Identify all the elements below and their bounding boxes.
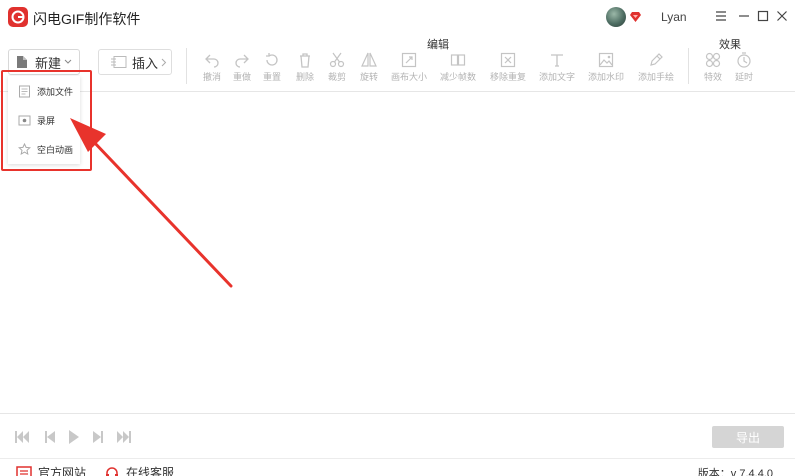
title-bar: 闪电GIF制作软件 Lyan	[0, 0, 795, 34]
add-drawing-tool-label: 添加手绘	[637, 72, 674, 82]
next-frame-icon	[93, 431, 103, 443]
previous-frame-button[interactable]	[42, 430, 58, 444]
last-frame-button[interactable]	[116, 430, 132, 444]
text-icon	[551, 54, 563, 67]
delete-tool-label: 删除	[295, 72, 314, 82]
effects-icon	[705, 52, 721, 68]
chevron-right-icon	[161, 58, 167, 66]
star-icon	[18, 142, 31, 155]
watermark-icon	[598, 52, 614, 68]
menu-button[interactable]	[713, 8, 729, 24]
canvas-size-icon	[401, 52, 417, 68]
username[interactable]: Lyan	[661, 10, 687, 24]
new-button-label: 新建	[35, 55, 62, 71]
delay-tool[interactable]: 延时	[722, 52, 766, 86]
file-icon	[19, 85, 30, 97]
remove-duplicate-tool-label: 移除重复	[489, 72, 526, 82]
record-screen-icon	[18, 115, 31, 125]
minimize-button[interactable]	[736, 8, 752, 24]
online-support-link[interactable]: 在线客服	[104, 464, 174, 476]
remove-duplicate-tool[interactable]: 移除重复	[486, 52, 530, 86]
skip-first-icon	[15, 431, 29, 443]
add-text-tool-label: 添加文字	[538, 72, 575, 82]
reset-tool-label: 重置	[262, 72, 281, 82]
new-menu-dropdown: 添加文件 录屏 空白动画	[8, 76, 80, 164]
rotate-tool-label: 旋转	[359, 72, 378, 82]
maximize-icon	[757, 10, 769, 22]
redo-icon	[235, 54, 249, 68]
toolbar-separator	[688, 48, 689, 84]
chevron-down-icon	[64, 59, 72, 64]
crop-tool-label: 裁剪	[327, 72, 346, 82]
export-button[interactable]: 导出	[712, 426, 784, 448]
avatar[interactable]	[606, 7, 626, 27]
version-label: 版本：v 7.4.4.0	[697, 468, 773, 476]
pen-icon	[650, 53, 663, 66]
first-frame-button[interactable]	[14, 430, 30, 444]
insert-button[interactable]: 插入	[98, 49, 172, 75]
new-menu-item-label: 录屏	[37, 115, 56, 126]
status-bar: 官方网站 在线客服 版本：v 7.4.4.0	[0, 458, 795, 476]
delete-icon	[300, 53, 310, 68]
new-document-icon	[17, 56, 27, 68]
headset-icon	[106, 466, 118, 476]
vip-diamond-icon[interactable]	[630, 12, 641, 22]
reset-icon	[266, 53, 278, 66]
new-menu-add-file[interactable]: 添加文件	[8, 80, 80, 102]
redo-tool-label: 重做	[232, 72, 251, 82]
canvas-size-tool-label: 画布大小	[390, 72, 427, 82]
minimize-icon	[739, 15, 749, 17]
add-watermark-tool-label: 添加水印	[587, 72, 624, 82]
scissors-icon	[329, 52, 345, 68]
delay-tool-label: 延时	[734, 72, 753, 82]
new-menu-record-screen[interactable]: 录屏	[8, 109, 80, 131]
edit-group-label: 编辑	[427, 39, 449, 51]
reduce-frames-tool[interactable]: 减少帧数	[436, 52, 480, 86]
toolbar: 新建 插入 编辑 效果 撤消 重做 重置 删除 裁剪 旋转 画布大小 减少帧数	[0, 34, 795, 92]
remove-duplicate-icon	[500, 52, 516, 68]
skip-last-icon	[117, 431, 131, 443]
undo-tool-label: 撤消	[202, 72, 221, 82]
toolbar-separator	[186, 48, 187, 84]
undo-icon	[205, 54, 219, 68]
player-bar: 导出	[0, 413, 795, 458]
new-menu-blank-animation[interactable]: 空白动画	[8, 138, 80, 160]
close-icon	[777, 11, 787, 21]
rotate-icon	[361, 52, 377, 67]
insert-button-label: 插入	[132, 55, 159, 71]
add-watermark-tool[interactable]: 添加水印	[584, 52, 628, 86]
new-menu-item-label: 空白动画	[37, 144, 74, 155]
new-button[interactable]: 新建	[8, 49, 80, 75]
play-icon	[69, 430, 79, 444]
app-title: 闪电GIF制作软件	[33, 11, 141, 27]
new-menu-item-label: 添加文件	[37, 86, 74, 97]
official-website-label: 官方网站	[38, 466, 87, 476]
timer-icon	[737, 52, 751, 68]
effect-group-label: 效果	[719, 39, 741, 51]
app-logo-icon	[8, 7, 28, 27]
add-drawing-tool[interactable]: 添加手绘	[634, 52, 678, 86]
close-button[interactable]	[774, 8, 790, 24]
online-support-label: 在线客服	[126, 466, 175, 476]
hamburger-icon	[716, 11, 726, 21]
canvas-size-tool[interactable]: 画布大小	[387, 52, 431, 86]
next-frame-button[interactable]	[90, 430, 106, 444]
previous-frame-icon	[45, 431, 55, 443]
play-button[interactable]	[66, 430, 82, 444]
reduce-frames-icon	[450, 54, 466, 66]
website-icon	[16, 465, 32, 476]
rotate-tool[interactable]: 旋转	[347, 52, 391, 86]
gif-canvas-area[interactable]	[0, 92, 795, 413]
add-text-tool[interactable]: 添加文字	[535, 52, 579, 86]
effects-tool-label: 特效	[703, 72, 722, 82]
maximize-button[interactable]	[755, 8, 771, 24]
reduce-frames-tool-label: 减少帧数	[439, 72, 476, 82]
insert-icon	[111, 56, 127, 68]
official-website-link[interactable]: 官方网站	[16, 464, 86, 476]
